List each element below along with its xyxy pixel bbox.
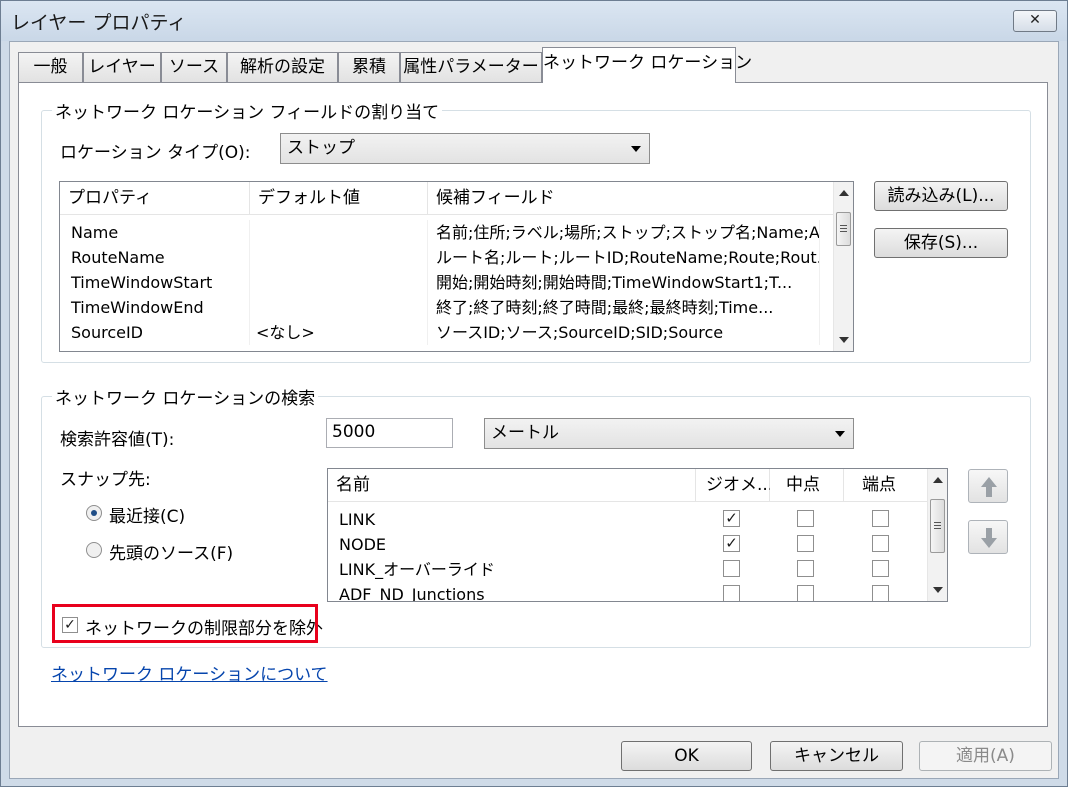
geometry-checkbox[interactable]: ✓ <box>723 510 740 527</box>
save-button[interactable]: 保存(S)... <box>874 228 1008 258</box>
row-property: Name <box>63 220 250 245</box>
grip-line <box>840 231 847 232</box>
tab-source[interactable]: ソース <box>161 52 227 82</box>
first-source-radio-label[interactable]: 先頭のソース(F) <box>109 539 233 564</box>
row-property: TimeWindowEnd <box>63 295 250 320</box>
load-button[interactable]: 読み込み(L)... <box>874 181 1008 211</box>
scroll-thumb[interactable] <box>930 499 945 553</box>
grip-line <box>934 525 941 526</box>
move-up-button[interactable] <box>968 469 1008 503</box>
unit-value: メートル <box>491 423 559 443</box>
apply-button[interactable]: 適用(A) <box>919 741 1052 771</box>
row-candidates[interactable]: ソースID;ソース;SourceID;SID;Source <box>428 320 820 345</box>
grip-line <box>934 528 941 529</box>
column-header-midpoint[interactable]: 中点 <box>770 469 844 502</box>
row-candidates[interactable]: 名前;住所;ラベル;場所;ストップ;ストップ名;Name;Ad... <box>428 220 820 245</box>
field-mapping-group-title: ネットワーク ロケーション フィールドの割り当て <box>52 98 443 123</box>
column-header-property[interactable]: プロパティ <box>60 182 250 215</box>
location-type-dropdown[interactable]: ストップ <box>280 133 650 164</box>
scroll-thumb[interactable] <box>836 212 851 246</box>
tab-analysis-settings[interactable]: 解析の設定 <box>227 52 338 82</box>
midpoint-checkbox[interactable] <box>797 535 814 552</box>
row-default[interactable] <box>250 270 428 295</box>
radio-selected-dot <box>91 510 97 516</box>
scroll-up-icon[interactable] <box>839 190 849 196</box>
column-header-endpoint[interactable]: 端点 <box>844 469 929 502</box>
endpoint-checkbox[interactable] <box>872 560 889 577</box>
geometry-checkbox[interactable]: ✓ <box>723 535 740 552</box>
column-header-default[interactable]: デフォルト値 <box>250 182 428 215</box>
first-source-radio[interactable] <box>86 542 102 558</box>
grip-line <box>840 225 847 226</box>
search-tolerance-label: 検索許容値(T): <box>60 430 175 450</box>
geometry-checkbox[interactable] <box>723 560 740 577</box>
close-button[interactable]: ✕ <box>1013 10 1057 32</box>
snap-to-label: スナップ先: <box>60 470 151 490</box>
endpoint-checkbox[interactable] <box>872 585 889 601</box>
source-name: LINK_オーバーライド <box>339 560 495 579</box>
about-network-locations-link[interactable]: ネットワーク ロケーションについて <box>51 660 328 685</box>
location-type-value: ストップ <box>287 138 355 158</box>
field-table-scrollbar[interactable] <box>833 182 853 351</box>
row-property: SourceID <box>63 320 250 345</box>
geometry-checkbox[interactable] <box>723 585 740 601</box>
source-name: ADF_ND_Junctions <box>339 585 485 602</box>
midpoint-checkbox[interactable] <box>797 585 814 601</box>
column-header-geometry[interactable]: ジオメ... <box>696 469 773 502</box>
location-type-label: ロケーション タイプ(O): <box>60 143 251 163</box>
row-candidates[interactable]: ルート名;ルート;ルートID;RouteName;Route;Rout... <box>428 245 820 270</box>
snap-sources-table[interactable]: 名前 ジオメ... 中点 端点 LINK ✓ NODE ✓ LINK_オーバーラ… <box>327 468 948 602</box>
column-header-candidates[interactable]: 候補フィールド <box>428 182 834 215</box>
midpoint-checkbox[interactable] <box>797 510 814 527</box>
arrow-down-icon <box>981 528 997 548</box>
chevron-down-icon <box>631 146 641 152</box>
close-icon: ✕ <box>1029 12 1041 28</box>
grip-line <box>840 228 847 229</box>
scroll-up-icon[interactable] <box>933 477 943 483</box>
arrow-up-icon <box>981 477 997 497</box>
scroll-down-icon[interactable] <box>933 587 943 593</box>
row-candidates[interactable]: 終了;終了時刻;終了時間;最終;最終時刻;Time... <box>428 295 820 320</box>
ok-button[interactable]: OK <box>621 741 752 771</box>
chevron-down-icon <box>835 431 845 437</box>
source-name: NODE <box>339 535 386 554</box>
column-header-name[interactable]: 名前 <box>328 469 696 502</box>
scroll-down-icon[interactable] <box>839 337 849 343</box>
tab-network-locations[interactable]: ネットワーク ロケーション <box>542 47 752 83</box>
title-bar[interactable]: レイヤー プロパティ ✕ <box>1 1 1067 41</box>
row-property: RouteName <box>63 245 250 270</box>
row-default[interactable] <box>250 220 428 245</box>
tab-general[interactable]: 一般 <box>18 52 83 82</box>
unit-dropdown[interactable]: メートル <box>484 418 854 449</box>
midpoint-checkbox[interactable] <box>797 560 814 577</box>
closest-radio[interactable] <box>86 505 102 521</box>
row-property: TimeWindowStart <box>63 270 250 295</box>
tab-layer[interactable]: レイヤー <box>83 52 161 82</box>
sources-table-scrollbar[interactable] <box>927 469 947 601</box>
tab-accumulation[interactable]: 累積 <box>338 52 400 82</box>
search-tolerance-input[interactable]: 5000 <box>326 418 453 448</box>
grip-line <box>934 522 941 523</box>
closest-radio-label[interactable]: 最近接(C) <box>109 502 185 527</box>
endpoint-checkbox[interactable] <box>872 510 889 527</box>
row-candidates[interactable]: 開始;開始時刻;開始時間;TimeWindowStart1;T... <box>428 270 820 295</box>
highlight-box <box>52 604 318 643</box>
cancel-button[interactable]: キャンセル <box>770 741 903 771</box>
row-default[interactable] <box>250 245 428 270</box>
source-name: LINK <box>339 510 376 529</box>
move-down-button[interactable] <box>968 520 1008 554</box>
row-default[interactable]: <なし> <box>250 320 428 345</box>
location-search-group-title: ネットワーク ロケーションの検索 <box>52 384 319 409</box>
endpoint-checkbox[interactable] <box>872 535 889 552</box>
dialog-title: レイヤー プロパティ <box>11 12 187 34</box>
field-mapping-table[interactable]: プロパティ デフォルト値 候補フィールド Name 名前;住所;ラベル;場所;ス… <box>59 181 854 352</box>
row-default[interactable] <box>250 295 428 320</box>
tab-attribute-parameters[interactable]: 属性パラメーター <box>400 52 542 82</box>
